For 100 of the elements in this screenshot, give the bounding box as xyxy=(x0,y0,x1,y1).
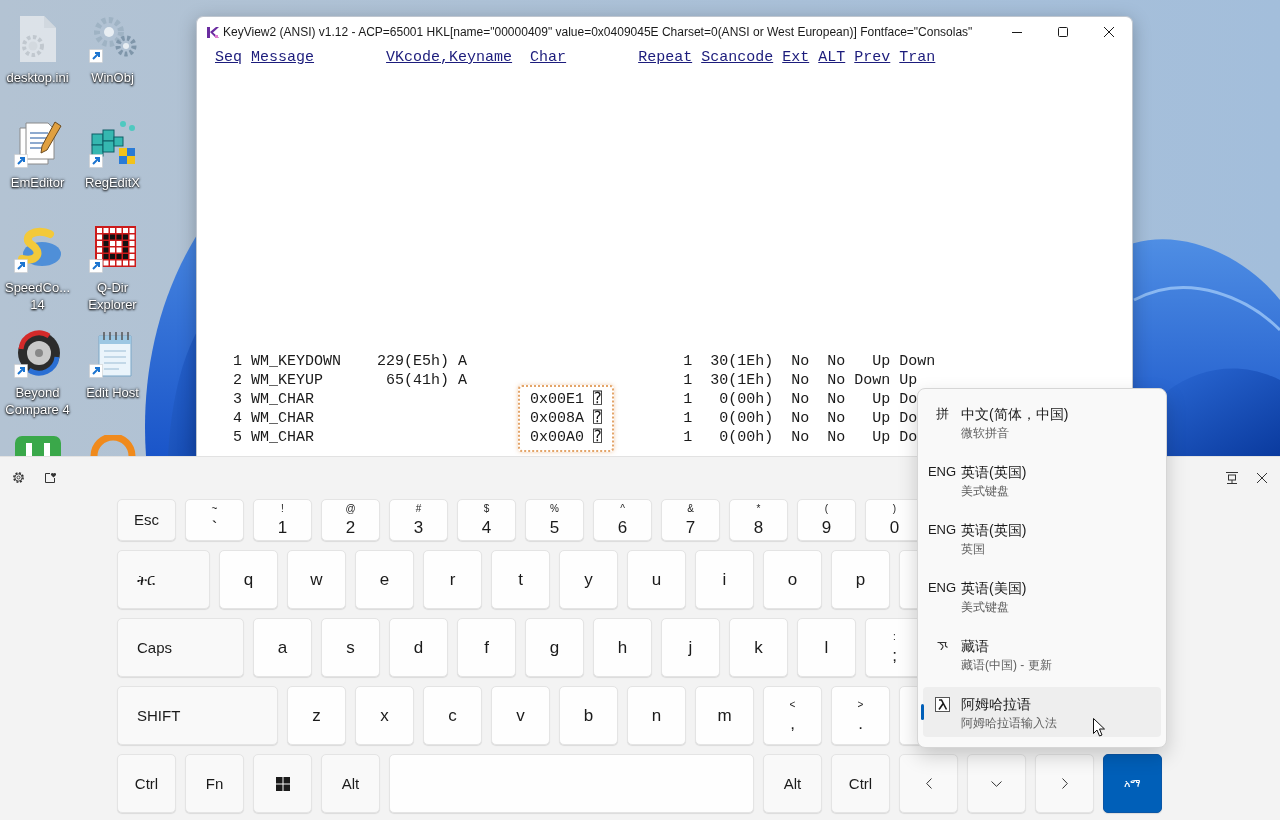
app-icon xyxy=(206,25,219,39)
keyboard-key[interactable]: k xyxy=(729,618,788,677)
extended-key-value: No xyxy=(791,410,810,427)
keyboard-key[interactable]: q xyxy=(219,550,278,609)
keyboard-key[interactable]: l xyxy=(797,618,856,677)
char-code: 0x00E1 ⍰ xyxy=(530,391,603,408)
desktop-icon-label: Beyond Compare 4 xyxy=(4,384,71,418)
keyboard-key[interactable]: a xyxy=(253,618,312,677)
column-header: VKcode,Keyname xyxy=(386,49,513,66)
keyboard-key[interactable]: d xyxy=(389,618,448,677)
extended-key-value: No xyxy=(791,372,810,389)
column-header: ALT xyxy=(818,49,846,66)
cubes-icon[interactable] xyxy=(88,120,137,168)
message-name: WM_KEYDOWN xyxy=(251,353,342,370)
column-header: Scancode xyxy=(701,49,774,66)
boxed-glyph-icon xyxy=(934,696,950,712)
window-title: KeyView2 (ANSI) v1.12 - ACP=65001 HKL[name="00000409" value=0x0409045E Charset=0(ANSI or West European)] Fontface="Consolas" xyxy=(223,24,973,41)
keyboard-key[interactable]: * 8 xyxy=(729,499,788,541)
script-glyph-icon xyxy=(936,641,948,651)
grid-icon[interactable] xyxy=(88,225,137,273)
four-squares-icon xyxy=(275,776,290,791)
language-option[interactable]: 拼 中文(简体，中国) 微软拼音 xyxy=(923,397,1161,447)
previous-state: Up xyxy=(872,410,891,427)
alt-key-value: No xyxy=(827,353,846,370)
virtual-key-code: 229(E5h) xyxy=(377,353,450,370)
keyboard-key[interactable]: # 3 xyxy=(389,499,448,541)
keyboard-key[interactable]: g xyxy=(525,618,584,677)
keyboard-key[interactable]: $ 4 xyxy=(457,499,516,541)
keyboard-key[interactable]: Ctrl xyxy=(117,754,176,813)
documents-pen-icon[interactable] xyxy=(13,120,62,168)
keyboard-key[interactable]: u xyxy=(627,550,686,609)
keyboard-key[interactable]: x xyxy=(355,686,414,745)
key-name: A xyxy=(458,353,468,370)
language-option[interactable]: 阿姆哈拉语 阿姆哈拉语输入法 xyxy=(923,687,1161,737)
keyboard-key[interactable] xyxy=(253,754,312,813)
gears-icon[interactable] xyxy=(88,15,137,63)
keyboard-key[interactable]: e xyxy=(355,550,414,609)
keyboard-key[interactable]: Caps xyxy=(117,618,244,677)
keyboard-key[interactable]: ( 9 xyxy=(797,499,856,541)
char-code: 0x008A ⍰ xyxy=(530,410,603,427)
keyboard-key[interactable]: y xyxy=(559,550,618,609)
keyboard-key[interactable]: > . xyxy=(831,686,890,745)
language-option[interactable]: 藏语 藏语(中国) - 更新 xyxy=(923,629,1161,679)
keyboard-key[interactable]: p xyxy=(831,550,890,609)
keyboard-key[interactable]: Ctrl xyxy=(831,754,890,813)
circular-arrows-icon[interactable] xyxy=(13,330,62,378)
keyboard-key[interactable]: z xyxy=(287,686,346,745)
keyboard-key[interactable]: m xyxy=(695,686,754,745)
swoosh-icon[interactable] xyxy=(13,225,62,273)
settings-icon[interactable] xyxy=(12,471,25,484)
keyboard-key[interactable]: Fn xyxy=(185,754,244,813)
keyboard-key[interactable]: ! 1 xyxy=(253,499,312,541)
keyboard-key[interactable]: j xyxy=(661,618,720,677)
keyboard-key[interactable]: w xyxy=(287,550,346,609)
keyboard-key[interactable]: @ 2 xyxy=(321,499,380,541)
extended-key-value: No xyxy=(791,429,810,446)
keyboard-key[interactable]: & 7 xyxy=(661,499,720,541)
chevron-left-icon xyxy=(925,778,932,789)
keyboard-key[interactable]: o xyxy=(763,550,822,609)
keyboard-key[interactable]: ^ 6 xyxy=(593,499,652,541)
repeat-count: 1 xyxy=(683,410,693,427)
keyboard-key[interactable]: Alt xyxy=(763,754,822,813)
column-header: Ext xyxy=(782,49,810,66)
dock-icon[interactable] xyxy=(1226,471,1238,484)
close-icon[interactable] xyxy=(1257,472,1267,483)
keyboard-key[interactable]: b xyxy=(559,686,618,745)
repeat-count: 1 xyxy=(683,353,693,370)
keyboard-key[interactable]: < , xyxy=(763,686,822,745)
column-header: Repeat xyxy=(638,49,693,66)
repeat-count: 1 xyxy=(683,391,693,408)
desktop-icon-label: desktop.ini xyxy=(6,69,69,86)
keyboard-key[interactable]: ትር xyxy=(117,550,210,609)
keyboard-key[interactable]: Alt xyxy=(321,754,380,813)
desktop-icon-label: Q-Dir Explorer xyxy=(87,279,138,313)
language-option[interactable]: ENG 英语(英国) 美式键盘 xyxy=(923,455,1161,505)
transition-state: Do xyxy=(899,391,918,408)
keyboard-key[interactable]: i xyxy=(695,550,754,609)
previous-state: Down xyxy=(854,372,891,389)
language-option[interactable]: ENG 英语(美国) 美式键盘 xyxy=(923,571,1161,621)
message-name: WM_KEYUP xyxy=(251,372,324,389)
keyboard-key[interactable]: v xyxy=(491,686,550,745)
keyboard-key[interactable]: r xyxy=(423,550,482,609)
tile-icon[interactable] xyxy=(13,435,62,456)
transition-state: Up xyxy=(899,372,918,389)
keyboard-key[interactable]: h xyxy=(593,618,652,677)
heart-tile-icon[interactable] xyxy=(44,471,56,484)
language-option[interactable]: ENG 英语(英国) 英国 xyxy=(923,513,1161,563)
keyboard-key[interactable]: n xyxy=(627,686,686,745)
keyboard-key[interactable]: % 5 xyxy=(525,499,584,541)
chevron-right-icon xyxy=(1061,778,1068,789)
keyboard-key[interactable]: ~ ` xyxy=(185,499,244,541)
language-key[interactable]: አማ xyxy=(1103,754,1162,813)
column-header: Seq xyxy=(215,49,242,66)
keyboard-key[interactable]: c xyxy=(423,686,482,745)
keyboard-key[interactable]: Esc xyxy=(117,499,176,541)
desktop-icon-label: EmEditor xyxy=(10,174,65,191)
keyboard-key[interactable]: SHIFT xyxy=(117,686,278,745)
keyboard-key[interactable]: t xyxy=(491,550,550,609)
keyboard-key[interactable]: f xyxy=(457,618,516,677)
keyboard-key[interactable]: s xyxy=(321,618,380,677)
